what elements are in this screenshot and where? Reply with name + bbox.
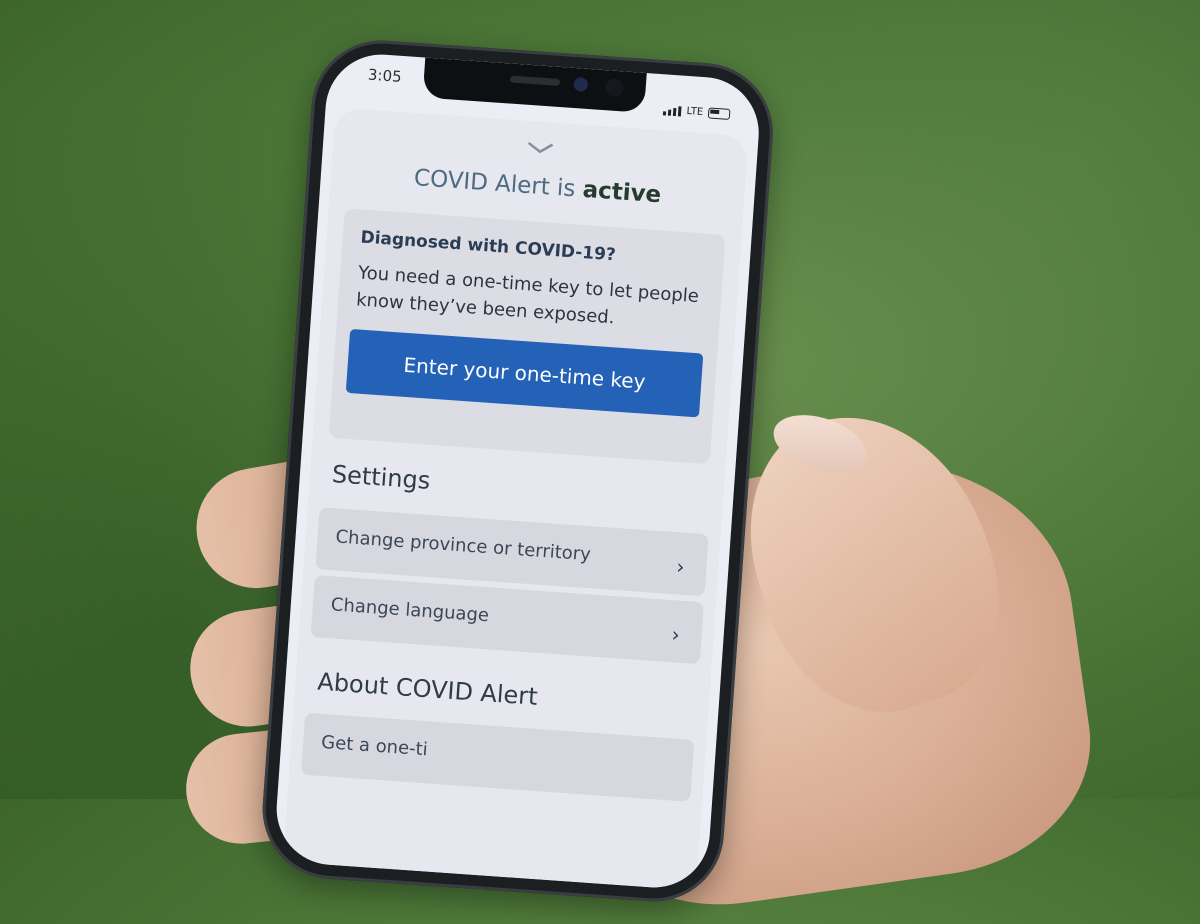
page-title: COVID Alert is active xyxy=(330,159,745,214)
diagnosis-card: Diagnosed with COVID-19? You need a one-… xyxy=(328,208,726,465)
diagnosis-body: You need a one-time key to let people kn… xyxy=(355,262,700,329)
network-label: LTE xyxy=(686,105,704,119)
battery-icon xyxy=(707,107,731,120)
status-time: 3:05 xyxy=(367,65,403,86)
title-prefix: COVID Alert is xyxy=(413,165,584,203)
about-heading: About COVID Alert xyxy=(316,667,539,711)
sensor-icon xyxy=(605,78,625,98)
settings-heading: Settings xyxy=(331,460,432,495)
signal-icon xyxy=(663,105,682,117)
settings-item-label: Change language xyxy=(330,594,490,627)
about-item[interactable]: Get a one-ti xyxy=(300,712,695,802)
front-camera-icon xyxy=(573,76,589,92)
status-indicators: LTE xyxy=(663,104,731,120)
chevron-right-icon: › xyxy=(675,554,686,579)
title-state: active xyxy=(581,176,663,209)
diagnosis-heading: Diagnosed with COVID-19? xyxy=(359,227,617,266)
about-item-label: Get a one-ti xyxy=(320,731,429,761)
phone-notch xyxy=(422,57,647,113)
chevron-down-icon[interactable] xyxy=(526,141,555,155)
phone-screen: 3:05 LTE COVID Alert is active Diagnosed… xyxy=(272,50,763,892)
speaker-grille xyxy=(509,75,561,86)
chevron-right-icon: › xyxy=(670,622,681,647)
app-sheet: COVID Alert is active Diagnosed with COV… xyxy=(282,107,749,891)
enter-key-button[interactable]: Enter your one-time key xyxy=(345,328,704,418)
settings-item-label: Change province or territory xyxy=(334,526,592,566)
smartphone: 3:05 LTE COVID Alert is active Diagnosed… xyxy=(257,35,778,907)
